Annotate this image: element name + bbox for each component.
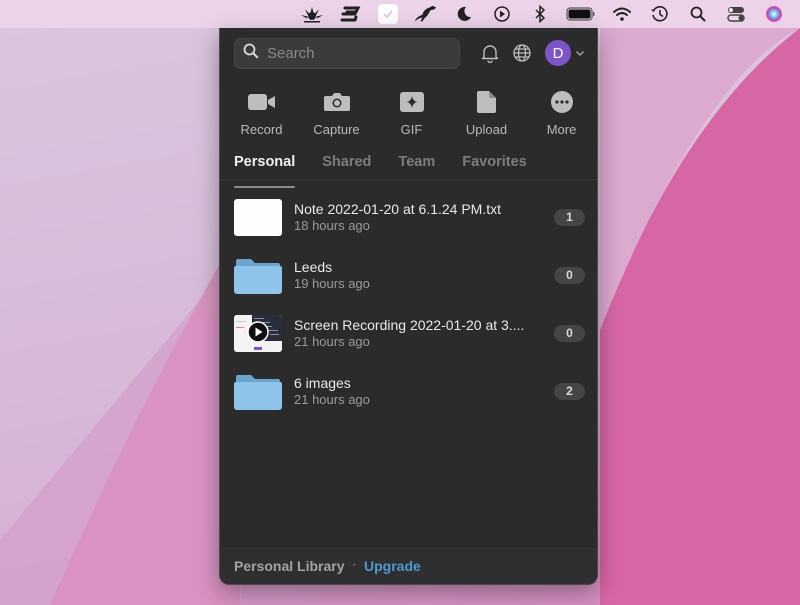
item-name: Leeds bbox=[294, 259, 333, 275]
battery-icon[interactable] bbox=[566, 3, 596, 25]
tab-team[interactable]: Team bbox=[398, 154, 435, 180]
kangaroo-app-icon[interactable] bbox=[414, 3, 438, 25]
spotlight-search-icon[interactable] bbox=[686, 3, 710, 25]
search-box[interactable] bbox=[234, 37, 460, 69]
document-icon bbox=[476, 88, 497, 116]
action-toolbar: Record Capture GIF Upload More bbox=[220, 88, 597, 137]
gif-sparkle-icon bbox=[399, 88, 425, 116]
more-button[interactable]: More bbox=[524, 88, 597, 137]
camera-icon bbox=[323, 88, 351, 116]
item-name: Note 2022-01-20 at 6.1.24 PM.txt bbox=[294, 201, 502, 217]
expressvpn-icon[interactable] bbox=[338, 3, 362, 25]
list-item[interactable]: Note 2022-01-20 at 6.1.24 PM.txt 18 hour… bbox=[220, 188, 597, 246]
tab-favorites[interactable]: Favorites bbox=[462, 154, 526, 180]
list-item[interactable]: 6 images 21 hours ago 2 bbox=[220, 362, 597, 420]
play-circle-icon[interactable] bbox=[490, 3, 514, 25]
search-icon bbox=[243, 43, 259, 64]
wifi-icon[interactable] bbox=[610, 3, 634, 25]
item-time: 21 hours ago bbox=[294, 334, 370, 349]
text-file-thumbnail bbox=[234, 198, 282, 236]
item-name: Screen Recording 2022-01-20 at 3.... bbox=[294, 317, 525, 333]
checkbox-app-icon[interactable] bbox=[376, 3, 400, 25]
notifications-bell-icon[interactable] bbox=[479, 42, 501, 64]
tab-personal[interactable]: Personal bbox=[234, 154, 296, 188]
bluetooth-icon[interactable] bbox=[528, 3, 552, 25]
top-icons: D bbox=[469, 40, 585, 66]
upgrade-link[interactable]: Upgrade bbox=[364, 558, 421, 574]
avatar-initial: D bbox=[552, 44, 564, 62]
footer-separator: • bbox=[352, 560, 357, 571]
capture-button[interactable]: Capture bbox=[299, 88, 374, 137]
app-popover-panel: D Record Capture GIF bbox=[219, 28, 598, 585]
personal-library-label: Personal Library bbox=[234, 557, 345, 574]
siri-icon[interactable] bbox=[762, 3, 786, 25]
list-item[interactable]: Screen Recording 2022-01-20 at 3.... 21 … bbox=[220, 304, 597, 362]
item-time: 19 hours ago bbox=[294, 276, 370, 291]
search-input[interactable] bbox=[267, 44, 447, 62]
library-tabs: Personal Shared Team Favorites bbox=[234, 154, 597, 188]
globe-icon[interactable] bbox=[511, 42, 533, 64]
folder-icon bbox=[234, 373, 282, 410]
item-count-badge: 1 bbox=[554, 208, 585, 226]
time-machine-icon[interactable] bbox=[648, 3, 672, 25]
list-item[interactable]: Leeds 19 hours ago 0 bbox=[220, 246, 597, 304]
item-time: 18 hours ago bbox=[294, 218, 370, 233]
peacock-app-icon[interactable] bbox=[300, 3, 324, 25]
capture-label: Capture bbox=[313, 122, 360, 137]
file-list: Note 2022-01-20 at 6.1.24 PM.txt 18 hour… bbox=[220, 188, 597, 420]
item-count-badge: 2 bbox=[554, 382, 585, 400]
video-thumbnail bbox=[234, 314, 282, 352]
gif-button[interactable]: GIF bbox=[374, 88, 449, 137]
more-label: More bbox=[546, 122, 577, 137]
footer-bar: Personal Library • Upgrade bbox=[220, 546, 597, 584]
record-button[interactable]: Record bbox=[224, 88, 299, 137]
upload-label: Upload bbox=[465, 122, 508, 137]
moon-icon[interactable] bbox=[452, 3, 476, 25]
gif-label: GIF bbox=[400, 122, 423, 137]
chevron-down-icon[interactable] bbox=[575, 48, 585, 58]
upload-button[interactable]: Upload bbox=[449, 88, 524, 137]
user-avatar[interactable]: D bbox=[545, 40, 571, 66]
menu-bar bbox=[0, 0, 800, 28]
tab-shared[interactable]: Shared bbox=[322, 154, 371, 180]
control-center-icon[interactable] bbox=[724, 3, 748, 25]
tabs-divider bbox=[220, 179, 597, 180]
item-name: 6 images bbox=[294, 375, 351, 391]
more-dots-icon bbox=[550, 88, 574, 116]
item-count-badge: 0 bbox=[554, 266, 585, 284]
folder-icon bbox=[234, 257, 282, 294]
video-camera-icon bbox=[247, 88, 277, 116]
item-count-badge: 0 bbox=[554, 324, 585, 342]
item-time: 21 hours ago bbox=[294, 392, 370, 407]
record-label: Record bbox=[240, 122, 283, 137]
top-bar: D bbox=[234, 37, 585, 69]
